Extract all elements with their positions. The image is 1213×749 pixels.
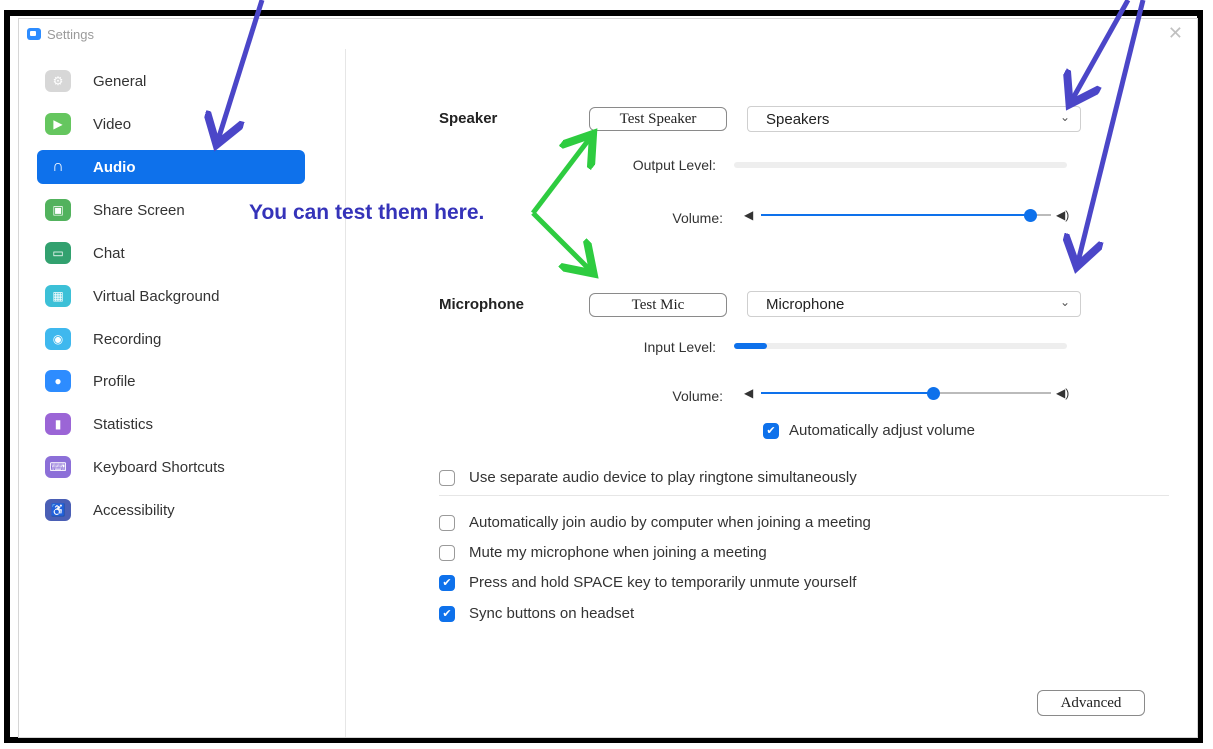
- speaker-select[interactable]: Speakers ⌄: [747, 106, 1081, 132]
- sidebar-item-label: Profile: [93, 372, 136, 390]
- virtual-background-icon: ▦: [45, 285, 71, 307]
- output-level-label: Output Level:: [632, 157, 716, 173]
- speaker-select-value: Speakers: [766, 110, 830, 128]
- sidebar-item-label: Share Screen: [93, 201, 185, 219]
- test-speaker-button[interactable]: Test Speaker: [589, 107, 727, 131]
- sync-headset-option[interactable]: ✔ Sync buttons on headset: [439, 605, 634, 622]
- checkbox-label: Mute my microphone when joining a meetin…: [469, 544, 767, 561]
- slider-knob[interactable]: [1024, 209, 1037, 222]
- window-title: Settings: [47, 26, 94, 42]
- video-camera-icon: ▶: [45, 113, 71, 135]
- speaker-label: Speaker: [439, 110, 498, 127]
- auto-adjust-volume-checkbox[interactable]: ✔: [763, 422, 779, 439]
- sidebar-item-profile[interactable]: ● Profile: [37, 364, 305, 398]
- volume-high-icon: ◀): [1056, 386, 1070, 400]
- output-level-meter: [734, 162, 1067, 168]
- divider: [439, 495, 1169, 496]
- recording-icon: ◉: [45, 328, 71, 350]
- auto-adjust-volume-option[interactable]: ✔ Automatically adjust volume: [763, 422, 975, 439]
- sidebar-item-statistics[interactable]: ▮ Statistics: [37, 407, 305, 441]
- sidebar-item-label: Video: [93, 115, 132, 133]
- accessibility-icon: ♿: [45, 499, 71, 521]
- auto-join-audio-checkbox[interactable]: [439, 514, 455, 531]
- microphone-select[interactable]: Microphone ⌄: [747, 291, 1081, 317]
- sidebar-item-label: Virtual Background: [93, 287, 220, 305]
- sidebar-item-label: Chat: [93, 244, 125, 262]
- separate-ringtone-option[interactable]: Use separate audio device to play ringto…: [439, 469, 857, 486]
- checkbox-label: Automatically join audio by computer whe…: [469, 514, 871, 531]
- auto-join-audio-option[interactable]: Automatically join audio by computer whe…: [439, 514, 871, 531]
- checkbox-label: Sync buttons on headset: [469, 605, 635, 622]
- volume-low-icon: ◀: [744, 208, 754, 222]
- speaker-volume-label: Volume:: [672, 210, 723, 226]
- sidebar-item-virtual-background[interactable]: ▦ Virtual Background: [37, 279, 305, 313]
- speaker-volume-slider[interactable]: [761, 207, 1051, 223]
- microphone-volume-slider[interactable]: [761, 385, 1051, 401]
- sidebar-item-general[interactable]: ⚙ General: [37, 64, 305, 98]
- sync-headset-checkbox[interactable]: ✔: [439, 605, 455, 622]
- statistics-icon: ▮: [45, 413, 71, 435]
- close-icon[interactable]: ✕: [1168, 23, 1183, 44]
- sidebar-item-recording[interactable]: ◉ Recording: [37, 322, 305, 356]
- title-bar: Settings ✕: [19, 19, 1197, 49]
- separate-ringtone-checkbox[interactable]: [439, 469, 455, 486]
- input-level-fill: [734, 343, 768, 349]
- space-to-unmute-option[interactable]: ✔ Press and hold SPACE key to temporaril…: [439, 574, 856, 591]
- sidebar-item-label: General: [93, 72, 147, 90]
- sidebar-item-keyboard-shortcuts[interactable]: ⌨ Keyboard Shortcuts: [37, 450, 305, 484]
- settings-window: Settings ✕ ⚙ General ▶ Video ∩ Audio ▣ S…: [18, 18, 1198, 738]
- checkbox-label: Press and hold SPACE key to temporarily …: [469, 574, 857, 591]
- annotation-text: You can test them here.: [249, 201, 485, 224]
- profile-icon: ●: [45, 370, 71, 392]
- sidebar-item-label: Accessibility: [93, 501, 175, 519]
- sidebar-item-label: Recording: [93, 330, 162, 348]
- input-level-label: Input Level:: [643, 339, 716, 355]
- share-screen-icon: ▣: [45, 199, 71, 221]
- sidebar-item-label: Statistics: [93, 415, 154, 433]
- settings-sidebar: ⚙ General ▶ Video ∩ Audio ▣ Share Screen…: [19, 49, 346, 737]
- gear-icon: ⚙: [45, 70, 71, 92]
- audio-settings-panel: Speaker Test Speaker Speakers ⌄ Output L…: [346, 49, 1197, 737]
- headphones-icon: ∩: [52, 158, 64, 175]
- chevron-down-icon: ⌄: [1059, 295, 1070, 309]
- advanced-button[interactable]: Advanced: [1037, 690, 1145, 716]
- checkbox-label: Use separate audio device to play ringto…: [469, 469, 857, 486]
- sidebar-item-chat[interactable]: ▭ Chat: [37, 236, 305, 270]
- sidebar-item-video[interactable]: ▶ Video: [37, 107, 305, 141]
- volume-high-icon: ◀): [1056, 208, 1070, 222]
- sidebar-item-label: Audio: [93, 158, 136, 176]
- checkbox-label: Automatically adjust volume: [789, 422, 975, 439]
- mic-volume-label: Volume:: [672, 388, 723, 404]
- sidebar-item-label: Keyboard Shortcuts: [93, 458, 225, 476]
- slider-knob[interactable]: [927, 387, 940, 400]
- input-level-meter: [734, 343, 1067, 349]
- microphone-select-value: Microphone: [766, 295, 845, 313]
- keyboard-icon: ⌨: [45, 456, 71, 478]
- microphone-label: Microphone: [439, 296, 524, 313]
- test-mic-button[interactable]: Test Mic: [589, 293, 727, 317]
- sidebar-item-audio[interactable]: ∩ Audio: [37, 150, 305, 184]
- chevron-down-icon: ⌄: [1059, 110, 1070, 124]
- mute-on-join-option[interactable]: Mute my microphone when joining a meetin…: [439, 544, 767, 561]
- sidebar-item-accessibility[interactable]: ♿ Accessibility: [37, 493, 305, 527]
- mute-on-join-checkbox[interactable]: [439, 544, 455, 561]
- zoom-app-icon: [27, 28, 41, 40]
- volume-low-icon: ◀: [744, 386, 754, 400]
- space-to-unmute-checkbox[interactable]: ✔: [439, 574, 455, 591]
- chat-bubble-icon: ▭: [45, 242, 71, 264]
